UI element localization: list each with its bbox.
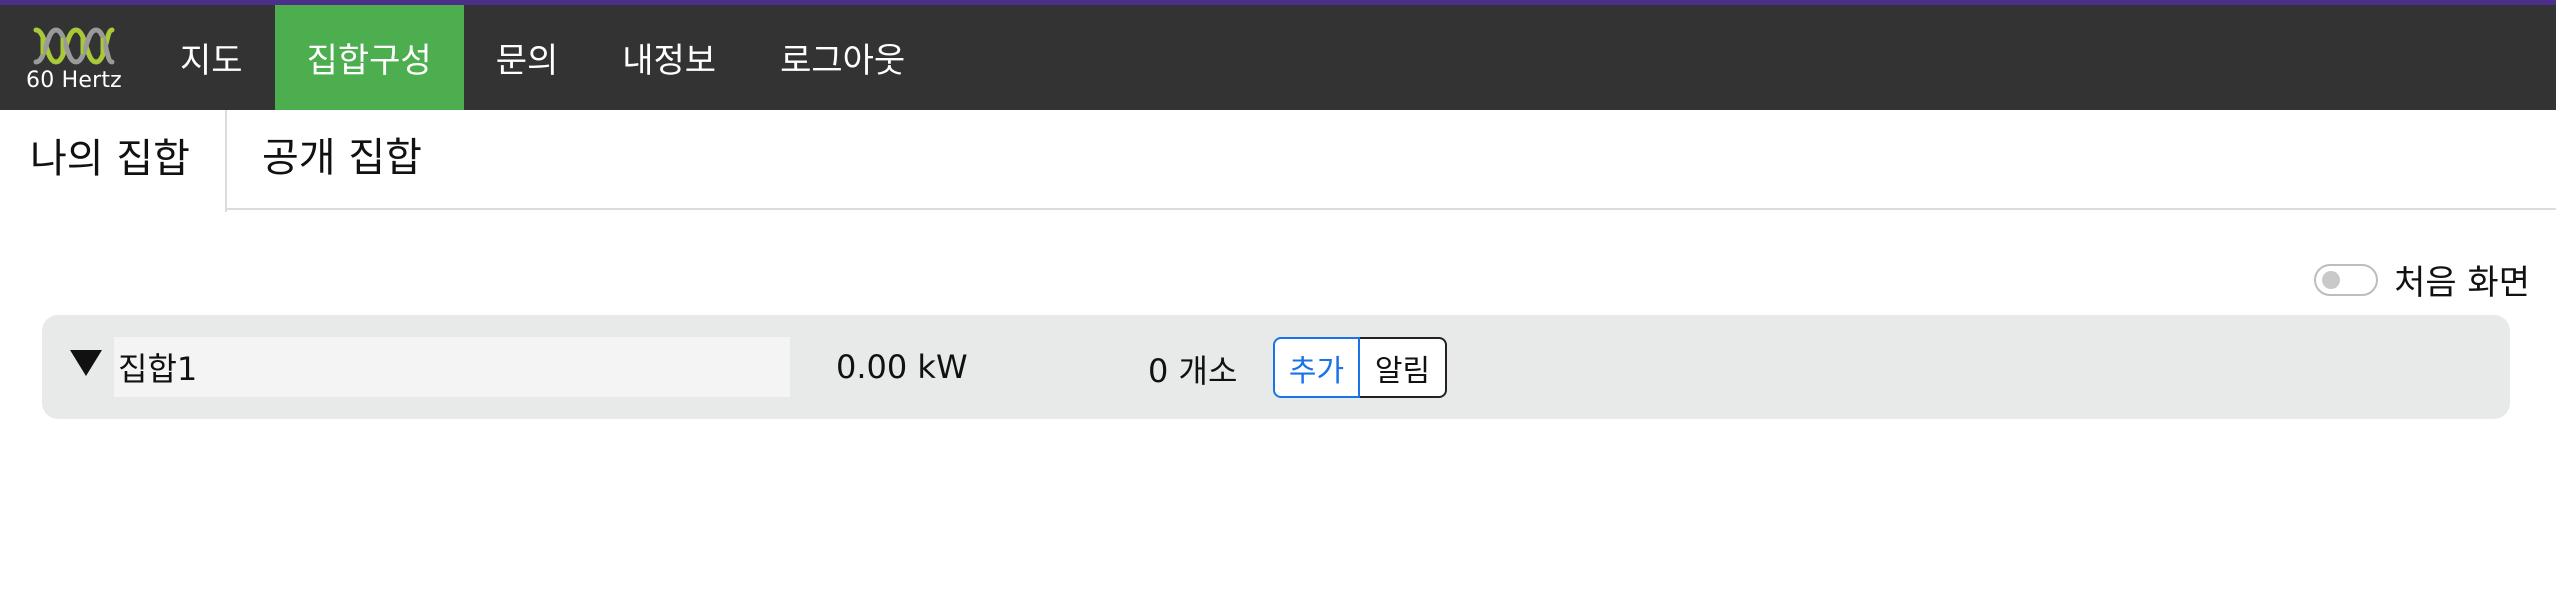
nav-inquiry[interactable]: 문의	[464, 5, 591, 110]
add-button[interactable]: 추가	[1273, 337, 1360, 398]
group-power-value: 0.00 kW	[836, 348, 968, 386]
toggle-knob	[2322, 270, 2341, 289]
caret-down-icon[interactable]	[70, 348, 102, 378]
group-row: 0.00 kW 0 개소 추가 알림	[42, 315, 2510, 419]
top-navigation-bar: 60 Hertz 지도 집합구성 문의 내정보 로그아웃	[0, 0, 2556, 110]
nav-my-info[interactable]: 내정보	[590, 5, 748, 110]
tab-my-groups[interactable]: 나의 집합	[0, 110, 227, 212]
brand-logo[interactable]: 60 Hertz	[0, 5, 148, 110]
first-screen-toggle[interactable]	[2314, 263, 2379, 296]
group-site-count: 0 개소	[1148, 352, 1238, 390]
nav-map[interactable]: 지도	[148, 5, 275, 110]
dna-helix-icon	[33, 27, 115, 65]
first-screen-label: 처음 화면	[2394, 263, 2530, 303]
nav-logout[interactable]: 로그아웃	[748, 5, 937, 110]
tab-public-groups[interactable]: 공개 집합	[262, 110, 422, 210]
nav-group-config[interactable]: 집합구성	[274, 5, 464, 110]
first-screen-setting: 처음 화면	[2314, 255, 2530, 304]
alarm-button[interactable]: 알림	[1360, 337, 1447, 398]
group-tabs: 나의 집합 공개 집합	[0, 110, 2556, 212]
group-name-input[interactable]	[114, 337, 790, 397]
brand-name: 60 Hertz	[26, 68, 122, 93]
